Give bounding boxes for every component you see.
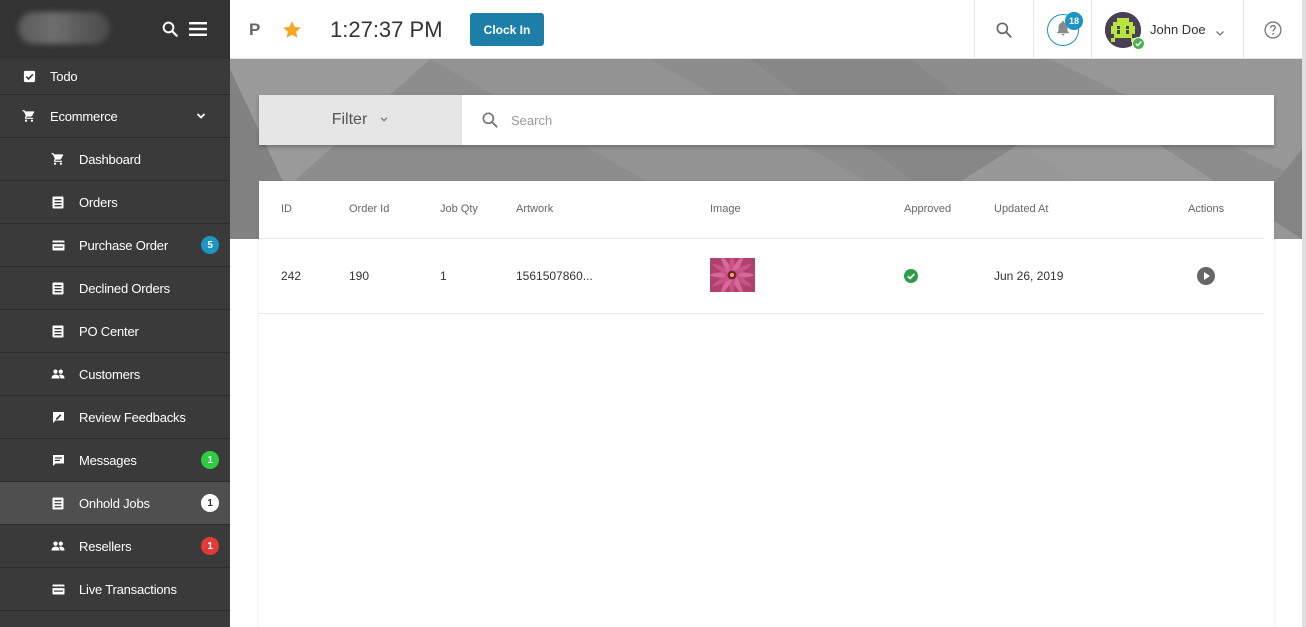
sidebar-item-label: Onhold Jobs [79, 495, 150, 511]
column-header-actions: Actions [1188, 203, 1225, 215]
cell-updated-at: Jun 26, 2019 [994, 269, 1064, 283]
sidebar-item-label: PO Center [79, 323, 139, 339]
sidebar-item-label: Declined Orders [79, 280, 170, 296]
count-badge: 5 [201, 236, 219, 254]
sidebar-item-label: Orders [79, 194, 118, 210]
search-icon[interactable] [159, 18, 181, 40]
column-header-updated-at[interactable]: Updated At [994, 203, 1048, 215]
clock-in-button[interactable]: Clock In [470, 13, 544, 46]
list-icon [51, 496, 65, 510]
count-badge: 1 [201, 537, 219, 555]
sidebar-item-declined-orders[interactable]: Declined Orders [0, 267, 230, 310]
divider [1243, 0, 1244, 59]
sidebar-item-todo[interactable]: Todo [0, 59, 230, 95]
user-name[interactable]: John Doe [1150, 22, 1206, 37]
cell-artwork: 1561507860... [516, 269, 593, 283]
filter-button[interactable]: Filter [259, 95, 462, 145]
sidebar-item-label: Messages [79, 452, 137, 468]
count-badge: 1 [201, 494, 219, 512]
online-check-icon [1132, 37, 1145, 50]
brand-logo [18, 12, 110, 44]
star-icon[interactable] [281, 19, 303, 41]
sidebar-item-label: Dashboard [79, 151, 141, 167]
play-icon[interactable] [1196, 266, 1216, 286]
cart-icon [22, 109, 36, 123]
cell-order-id: 190 [349, 269, 370, 283]
list-icon [51, 324, 65, 338]
cell-id: 242 [281, 269, 302, 283]
sidebar-item-orders[interactable]: Orders [0, 181, 230, 224]
approved-check-icon [904, 269, 918, 283]
people-icon [51, 367, 65, 381]
search-icon[interactable] [994, 20, 1014, 40]
jobs-table: ID Order Id Job Qty Artwork Image Approv… [259, 181, 1274, 627]
chevron-down-icon [196, 109, 206, 119]
feedback-icon [51, 410, 65, 424]
divider [1033, 0, 1034, 59]
message-icon [51, 453, 65, 467]
divider [1091, 0, 1092, 59]
cart-icon [51, 152, 65, 166]
artwork-thumbnail[interactable] [710, 258, 755, 292]
cell-job-qty: 1 [440, 269, 447, 283]
column-header-id[interactable]: ID [281, 203, 292, 215]
list-icon [51, 195, 65, 209]
sidebar-header [0, 0, 230, 59]
sidebar-item-customers[interactable]: Customers [0, 353, 230, 396]
card-icon [51, 582, 65, 596]
divider [974, 0, 975, 59]
card-icon [51, 238, 65, 252]
divider [259, 238, 1264, 239]
sidebar-item-dashboard[interactable]: Dashboard [0, 138, 230, 181]
column-header-image[interactable]: Image [710, 203, 741, 215]
sidebar-item-messages[interactable]: Messages 1 [0, 439, 230, 482]
filter-bar: Filter [259, 95, 1274, 145]
column-header-approved[interactable]: Approved [904, 203, 951, 215]
column-header-job-qty[interactable]: Job Qty [440, 203, 478, 215]
chevron-down-icon[interactable] [1215, 25, 1225, 36]
sidebar-item-po-center[interactable]: PO Center [0, 310, 230, 353]
menu-icon[interactable] [187, 18, 209, 40]
help-icon[interactable] [1263, 20, 1283, 40]
sidebar-item-live-transactions[interactable]: Live Transactions [0, 568, 230, 611]
clock-time: 1:27:37 PM [330, 17, 443, 42]
p-label: P [249, 20, 261, 39]
search-input[interactable] [511, 105, 1211, 135]
sidebar-item-resellers[interactable]: Resellers 1 [0, 525, 230, 568]
search-icon [480, 110, 500, 130]
sidebar-item-label: Resellers [79, 538, 132, 554]
sidebar-item-label: Purchase Order [79, 237, 168, 253]
chevron-down-icon [379, 111, 389, 129]
scrollbar[interactable] [1302, 0, 1306, 627]
sidebar-item-ecommerce[interactable]: Ecommerce [0, 95, 230, 138]
sidebar-item-label: Review Feedbacks [79, 409, 186, 425]
sidebar: Todo Ecommerce Dashboard Orders Purchase… [0, 0, 230, 627]
column-header-order-id[interactable]: Order Id [349, 203, 389, 215]
sidebar-item-review-feedbacks[interactable]: Review Feedbacks [0, 396, 230, 439]
sidebar-item-label: Live Transactions [79, 581, 177, 597]
people-icon [51, 539, 65, 553]
count-badge: 1 [201, 451, 219, 469]
column-header-artwork[interactable]: Artwork [516, 203, 553, 215]
sidebar-item-label: Customers [79, 366, 141, 382]
top-header: P 1:27:37 PM Clock In 18 John Doe [230, 0, 1302, 59]
sidebar-item-onhold-jobs[interactable]: Onhold Jobs 1 [0, 482, 230, 525]
sidebar-item-label: Todo [50, 69, 78, 84]
sidebar-item-label: Ecommerce [50, 108, 118, 124]
divider [259, 313, 1264, 314]
filter-label: Filter [331, 111, 368, 128]
sidebar-item-purchase-order[interactable]: Purchase Order 5 [0, 224, 230, 267]
list-icon [51, 281, 65, 295]
checkbox-icon [22, 70, 36, 84]
notification-count-badge: 18 [1065, 12, 1083, 30]
